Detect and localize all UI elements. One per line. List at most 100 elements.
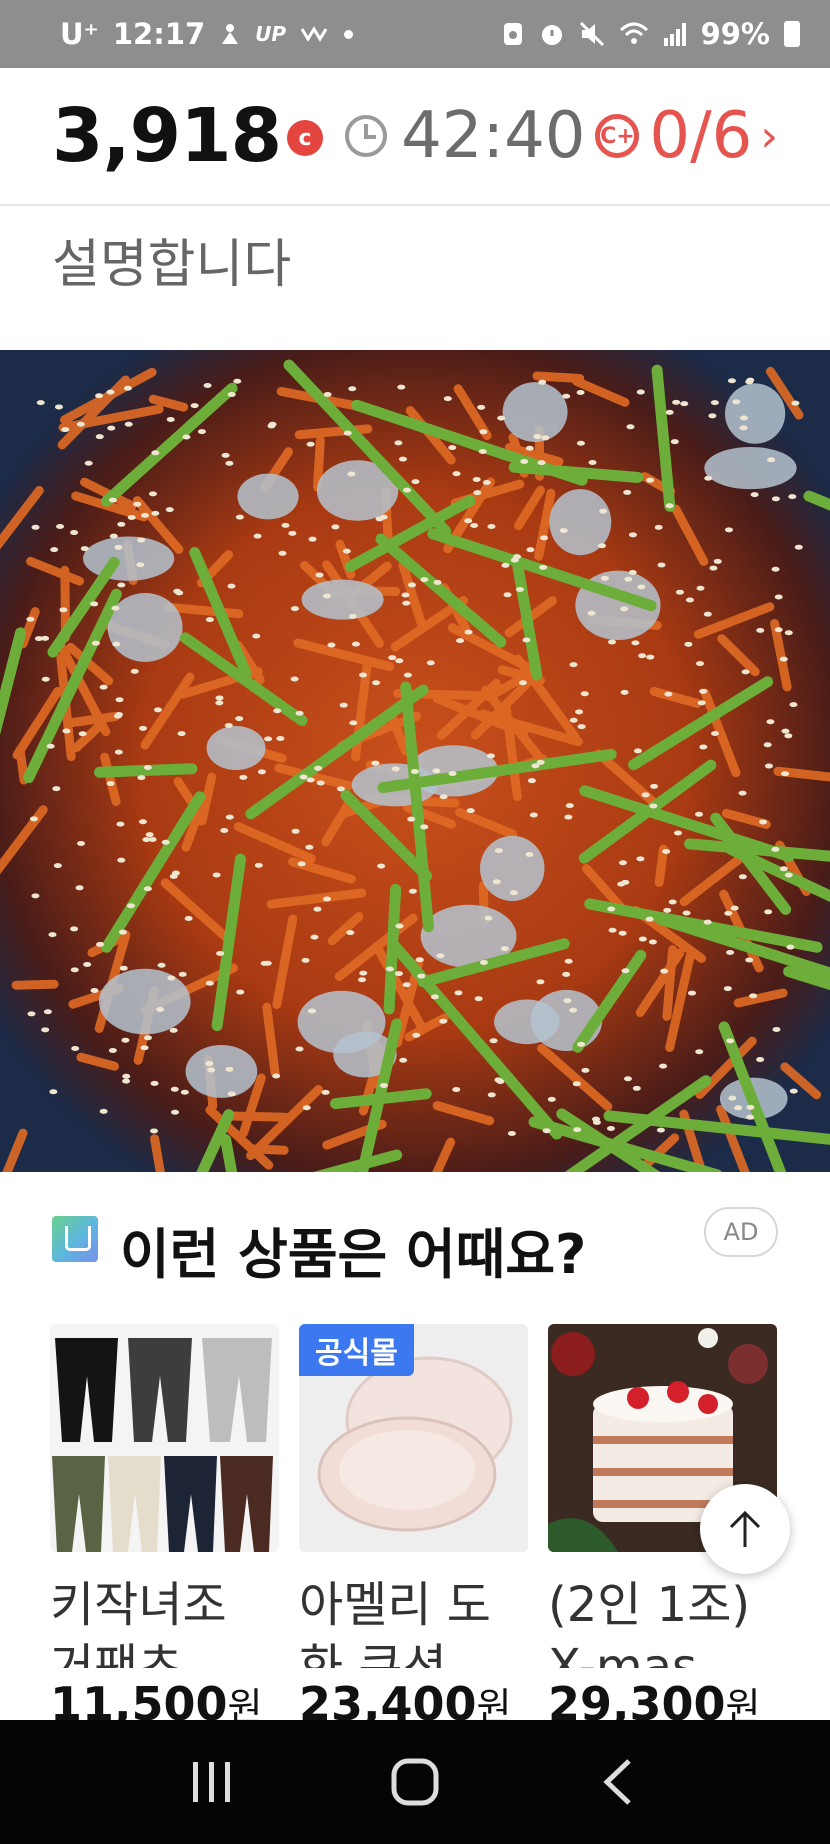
sesame-seed bbox=[608, 639, 617, 645]
price-currency: 원 bbox=[476, 1685, 512, 1720]
sesame-seed bbox=[149, 1128, 158, 1134]
sesame-seed bbox=[724, 527, 733, 533]
recent-apps-button[interactable] bbox=[172, 1742, 252, 1822]
sesame-seed bbox=[599, 508, 608, 514]
product-list: 키작녀조 거팬츠 11,500원 공식몰 아멜리 도 화 쿠션 23,400원 bbox=[50, 1324, 780, 1720]
sesame-seed bbox=[411, 479, 420, 485]
sesame-seed bbox=[99, 1108, 108, 1114]
sesame-seed bbox=[327, 642, 336, 648]
sesame-seed bbox=[80, 546, 89, 552]
ad-badge[interactable]: AD bbox=[704, 1207, 778, 1257]
sesame-seed bbox=[207, 1067, 216, 1073]
sesame-seed bbox=[665, 503, 674, 509]
sesame-seed bbox=[628, 570, 637, 576]
sesame-seed bbox=[70, 530, 79, 536]
sesame-seed bbox=[520, 459, 529, 465]
sesame-seed bbox=[695, 1049, 704, 1055]
shellfish-piece bbox=[494, 999, 560, 1045]
sesame-seed bbox=[297, 861, 306, 867]
sesame-seed bbox=[684, 641, 693, 647]
recycle-icon bbox=[503, 23, 522, 45]
sesame-seed bbox=[562, 393, 571, 399]
sesame-seed bbox=[394, 440, 403, 446]
sesame-seed bbox=[624, 576, 633, 582]
sesame-seed bbox=[487, 524, 496, 530]
sesame-seed bbox=[621, 968, 630, 974]
sesame-seed bbox=[569, 717, 578, 723]
sesame-seed bbox=[212, 872, 221, 878]
sesame-seed bbox=[420, 824, 429, 830]
sesame-seed bbox=[151, 510, 160, 516]
sesame-seed bbox=[166, 417, 175, 423]
product-name: 아멜리 도 bbox=[299, 1577, 491, 1633]
sesame-seed bbox=[788, 494, 797, 500]
status-time: 12:17 bbox=[112, 17, 206, 51]
sesame-seed bbox=[167, 975, 176, 981]
shellfish-piece bbox=[206, 726, 266, 771]
sesame-seed bbox=[111, 605, 120, 611]
coupon-button[interactable]: C+ 0/6 › bbox=[595, 99, 778, 173]
sesame-seed bbox=[559, 528, 568, 534]
sesame-seed bbox=[767, 457, 776, 463]
shellfish-piece bbox=[98, 968, 191, 1035]
sesame-seed bbox=[606, 1126, 615, 1132]
sesame-seed bbox=[41, 635, 50, 641]
sesame-seed bbox=[136, 562, 145, 568]
sesame-seed bbox=[774, 627, 783, 633]
sesame-seed bbox=[290, 606, 299, 612]
sesame-seed bbox=[161, 839, 170, 845]
sesame-seed bbox=[205, 1061, 214, 1067]
status-bar: U⁺ 12:17 UP 99% bbox=[0, 0, 830, 68]
home-button[interactable] bbox=[375, 1742, 455, 1822]
sesame-seed bbox=[726, 949, 735, 955]
sesame-seed bbox=[623, 489, 632, 495]
sesame-seed bbox=[308, 536, 317, 542]
sesame-seed bbox=[402, 600, 411, 606]
sesame-seed bbox=[764, 909, 773, 915]
sesame-seed bbox=[106, 781, 115, 787]
sesame-seed bbox=[540, 535, 549, 541]
carrot-strip bbox=[532, 371, 585, 383]
sesame-seed bbox=[464, 518, 473, 524]
sesame-seed bbox=[133, 501, 142, 507]
sesame-seed bbox=[108, 497, 117, 503]
sesame-seed bbox=[745, 957, 754, 963]
sesame-seed bbox=[417, 973, 426, 979]
sesame-seed bbox=[784, 733, 793, 739]
product-name: (2인 1조) bbox=[548, 1577, 751, 1633]
sesame-seed bbox=[227, 1091, 236, 1097]
sesame-seed bbox=[253, 533, 262, 539]
sesame-seed bbox=[83, 962, 92, 968]
timer-value: 42:40 bbox=[401, 99, 586, 173]
sesame-seed bbox=[112, 641, 121, 647]
recommend-header: 이런 상품은 어때요? AD bbox=[52, 1207, 778, 1286]
sesame-seed bbox=[641, 792, 650, 798]
sesame-seed bbox=[581, 1067, 590, 1073]
sesame-seed bbox=[749, 993, 758, 999]
sesame-seed bbox=[43, 1009, 52, 1015]
sesame-seed bbox=[122, 1073, 131, 1079]
sesame-seed bbox=[794, 544, 803, 550]
sesame-seed bbox=[492, 879, 501, 885]
sesame-seed bbox=[295, 1046, 304, 1052]
product-price: 23,400원 bbox=[299, 1676, 528, 1720]
product-card[interactable]: 공식몰 아멜리 도 화 쿠션 23,400원 bbox=[299, 1324, 528, 1720]
product-card[interactable]: 키작녀조 거팬츠 11,500원 bbox=[50, 1324, 279, 1720]
sesame-seed bbox=[688, 990, 697, 996]
sesame-seed bbox=[791, 400, 800, 406]
sesame-seed bbox=[178, 971, 187, 977]
sesame-seed bbox=[633, 748, 642, 754]
sesame-seed bbox=[454, 990, 463, 996]
sesame-seed bbox=[723, 986, 732, 992]
carrot-strip bbox=[226, 1111, 291, 1122]
sesame-seed bbox=[107, 425, 116, 431]
points-header: 3,918 c 42:40 C+ 0/6 › bbox=[0, 68, 830, 206]
sesame-seed bbox=[771, 566, 780, 572]
sesame-seed bbox=[739, 425, 748, 431]
sesame-seed bbox=[46, 743, 55, 749]
sesame-seed bbox=[395, 658, 404, 664]
back-button[interactable] bbox=[578, 1742, 658, 1822]
sesame-seed bbox=[254, 862, 263, 868]
sesame-seed bbox=[763, 742, 772, 748]
scroll-top-button[interactable] bbox=[700, 1484, 790, 1574]
